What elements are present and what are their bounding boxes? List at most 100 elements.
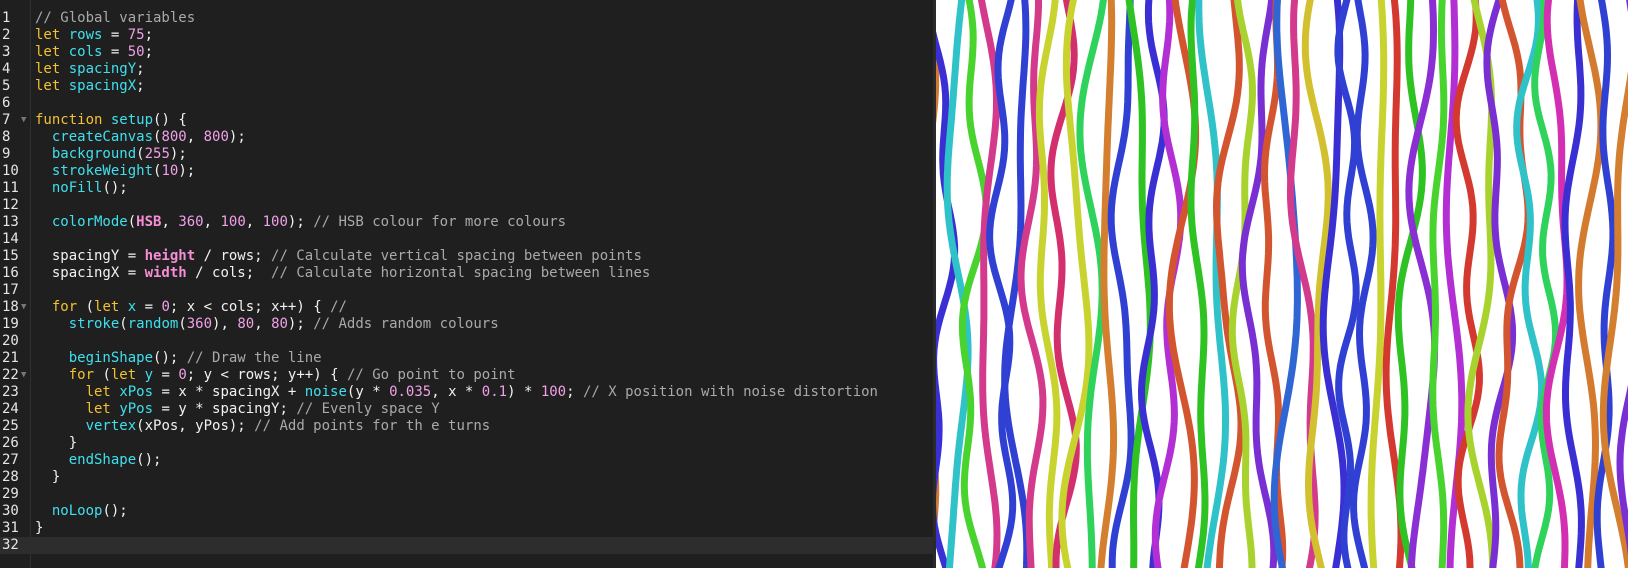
- code-editor[interactable]: 1 // Global variables 2 let rows = 75; 3 let …: [0, 0, 933, 568]
- code-text: background(255);: [35, 146, 187, 163]
- code-line[interactable]: 28 }: [0, 469, 933, 486]
- code-line[interactable]: 5 let spacingX;: [0, 78, 933, 95]
- code-line[interactable]: 25 vertex(xPos, yPos); // Add points for…: [0, 418, 933, 435]
- code-token-num: 75: [127, 27, 145, 43]
- code-token-plain: );: [287, 316, 314, 332]
- code-line[interactable]: 13 colorMode(HSB, 360, 100, 100); // HSB…: [0, 214, 933, 231]
- code-line[interactable]: 31}: [0, 520, 933, 537]
- code-text: }: [35, 469, 60, 486]
- code-token-var: spacingY: [68, 61, 137, 77]
- code-token-comment: // Calculate vertical spacing between po…: [271, 248, 642, 264]
- code-line[interactable]: 19 stroke(random(360), 80, 80); // Adds …: [0, 316, 933, 333]
- line-number: 25: [2, 418, 19, 434]
- line-number: 18: [2, 299, 19, 315]
- code-token-plain: }: [35, 520, 44, 536]
- code-token-plain: ;: [136, 78, 145, 94]
- line-number: 24: [2, 401, 19, 417]
- line-number: 10: [2, 163, 19, 179]
- code-line[interactable]: 22 ▼ for (let y = 0; y < rows; y++) { // …: [0, 367, 933, 384]
- code-line[interactable]: 23 let xPos = x * spacingX + noise(y * 0…: [0, 384, 933, 401]
- code-line[interactable]: 2 let rows = 75;: [0, 27, 933, 44]
- code-line[interactable]: 12: [0, 197, 933, 214]
- code-line[interactable]: 7 ▼ function setup() {: [0, 112, 933, 129]
- code-line[interactable]: 6: [0, 95, 933, 112]
- code-token-kw: let: [85, 401, 111, 417]
- code-token-num: 360: [178, 214, 204, 230]
- code-line[interactable]: 4 let spacingY;: [0, 61, 933, 78]
- code-line[interactable]: 27 endShape();: [0, 452, 933, 469]
- code-token-plain: ();: [153, 350, 187, 366]
- code-token-plain: ;: [144, 27, 154, 43]
- code-line[interactable]: 1 // Global variables: [0, 10, 933, 27]
- code-line[interactable]: 17: [0, 282, 933, 299]
- code-token-const: height: [144, 248, 196, 264]
- code-token-plain: ,: [254, 316, 272, 332]
- code-line[interactable]: 16 spacingX = width / cols; // Calculate…: [0, 265, 933, 282]
- code-token-plain: (: [119, 316, 128, 332]
- code-line[interactable]: 15 spacingY = height / rows; // Calculat…: [0, 248, 933, 265]
- fold-arrow-icon[interactable]: ▼: [21, 367, 26, 384]
- code-line[interactable]: 8 createCanvas(800, 800);: [0, 129, 933, 146]
- code-token-fn: stroke: [68, 316, 120, 332]
- code-token-comment: // Draw the line: [186, 350, 322, 366]
- code-text: strokeWeight(10);: [35, 163, 195, 180]
- code-line[interactable]: 14: [0, 231, 933, 248]
- code-text: noLoop();: [35, 503, 128, 520]
- code-token-var: yPos: [119, 401, 154, 417]
- code-token-plain: }: [35, 435, 78, 451]
- fold-arrow-icon[interactable]: ▼: [21, 299, 26, 316]
- code-token-fn: beginShape: [68, 350, 154, 366]
- noise-line: [1097, 0, 1118, 568]
- code-token-plain: );: [228, 129, 246, 145]
- code-token-comment: // Global variables: [35, 10, 196, 26]
- code-line[interactable]: 21 beginShape(); // Draw the line: [0, 350, 933, 367]
- code-line[interactable]: 18 ▼ for (let x = 0; x < cols; x++) { //: [0, 299, 933, 316]
- code-text: beginShape(); // Draw the line: [35, 350, 322, 367]
- code-token-num: 800: [161, 129, 187, 145]
- line-number: 8: [2, 129, 11, 145]
- line-number: 9: [2, 146, 11, 162]
- code-token-comment: // Calculate horizontal spacing between …: [271, 265, 651, 281]
- code-token-plain: ,: [245, 214, 263, 230]
- code-line[interactable]: 29: [0, 486, 933, 503]
- code-token-num: 0: [161, 299, 170, 315]
- code-token-var: cols: [68, 44, 103, 60]
- code-line[interactable]: 20: [0, 333, 933, 350]
- code-token-plain: ,: [186, 129, 204, 145]
- code-token-fn: endShape: [68, 452, 137, 468]
- code-line[interactable]: 3 let cols = 50;: [0, 44, 933, 61]
- code-token-fn: noLoop: [51, 503, 103, 519]
- code-token-kw: for: [68, 367, 95, 383]
- line-number: 17: [2, 282, 19, 298]
- code-token-kw: for: [51, 299, 78, 315]
- code-token-comment: //: [330, 299, 347, 315]
- line-number: 21: [2, 350, 19, 366]
- code-line[interactable]: 10 strokeWeight(10);: [0, 163, 933, 180]
- code-text: vertex(xPos, yPos); // Add points for th…: [35, 418, 491, 435]
- code-line[interactable]: 11 noFill();: [0, 180, 933, 197]
- line-number: 1: [2, 10, 11, 26]
- code-line[interactable]: 9 background(255);: [0, 146, 933, 163]
- code-line[interactable]: 32: [0, 537, 933, 554]
- fold-arrow-icon[interactable]: ▼: [21, 112, 26, 129]
- code-token-plain: (: [178, 316, 187, 332]
- code-token-fn: setup: [110, 112, 154, 128]
- code-text: let yPos = y * spacingY; // Evenly space…: [35, 401, 440, 418]
- code-lines[interactable]: 1 // Global variables 2 let rows = 75; 3 let …: [0, 10, 933, 554]
- code-token-comment: // Go point to point: [346, 367, 516, 383]
- code-line[interactable]: 30 noLoop();: [0, 503, 933, 520]
- code-line[interactable]: 24 let yPos = y * spacingY; // Evenly sp…: [0, 401, 933, 418]
- code-token-plain: ();: [102, 503, 128, 519]
- code-token-num: 10: [161, 163, 179, 179]
- code-text: endShape();: [35, 452, 162, 469]
- code-line[interactable]: 26 }: [0, 435, 933, 452]
- code-token-fn: vertex: [85, 418, 137, 434]
- code-token-plain: , x *: [431, 384, 482, 400]
